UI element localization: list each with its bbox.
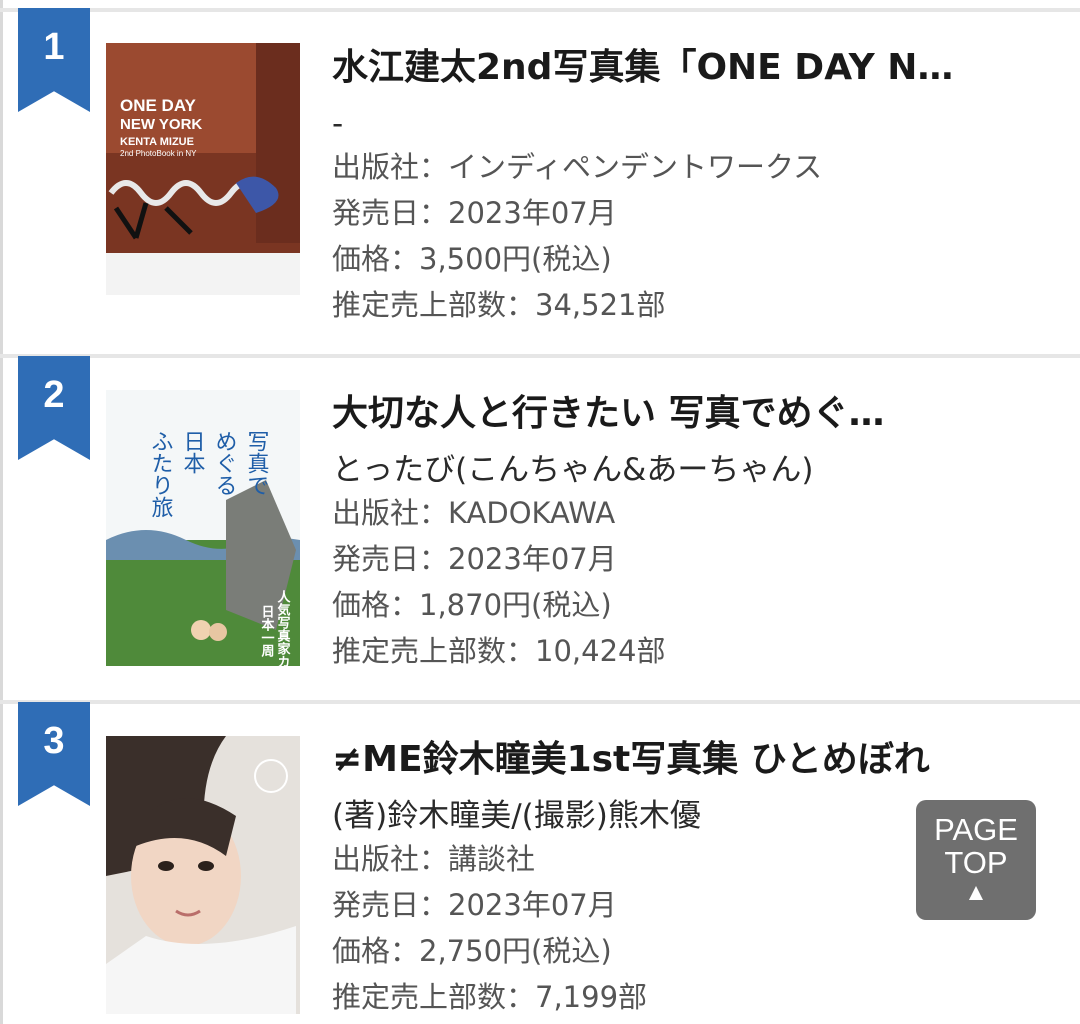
- svg-text:ONE DAY: ONE DAY: [120, 96, 197, 115]
- book-cover-image[interactable]: [106, 736, 300, 1014]
- publisher-row: 出版社：講談社: [332, 842, 536, 876]
- svg-text:写真で: 写真で: [244, 430, 269, 496]
- svg-text:2nd PhotoBook in NY: 2nd PhotoBook in NY: [120, 149, 197, 158]
- book-author: (著)鈴木瞳美/(撮影)熊木優: [332, 798, 701, 834]
- publisher-row: 出版社：KADOKAWA: [332, 496, 616, 530]
- svg-text:KENTA MIZUE: KENTA MIZUE: [120, 136, 194, 148]
- svg-text:めぐる: めぐる: [212, 430, 237, 496]
- svg-text:ふたり旅: ふたり旅: [148, 430, 174, 518]
- arrow-up-icon: ▲: [964, 879, 988, 906]
- rank-badge: 2: [18, 356, 90, 460]
- book-info: 大切な人と行きたい 写真でめぐ… とったび(こんちゃん&あーちゃん) 出版社：K…: [332, 392, 1012, 674]
- svg-text:人気写真家カップル: 人気写真家カップル: [275, 589, 291, 666]
- page-top-label-line1: PAGE: [934, 812, 1018, 847]
- rank-badge: 1: [18, 8, 90, 112]
- release-row: 発売日：2023年07月: [332, 196, 617, 230]
- book-title[interactable]: ≠ME鈴木瞳美1st写真集 ひとめぼれ: [332, 738, 992, 782]
- book-author: -: [332, 106, 344, 142]
- price-row: 価格：3,500円(税込): [332, 242, 612, 276]
- ranking-item-1[interactable]: 1 ONE DAY NEW YORK KENTA MIZUE 2nd Photo…: [0, 0, 1080, 356]
- estimate-row: 推定売上部数：7,199部: [332, 980, 648, 1014]
- release-row: 発売日：2023年07月: [332, 542, 617, 576]
- estimate-row: 推定売上部数：34,521部: [332, 288, 666, 322]
- svg-text:日本一周: 日本一周: [259, 605, 275, 658]
- book-author: とったび(こんちゃん&あーちゃん): [332, 452, 814, 488]
- book-title[interactable]: 水江建太2nd写真集「ONE DAY N…: [332, 46, 992, 90]
- page-top-button[interactable]: PAGE TOP ▲: [916, 800, 1036, 920]
- book-cover-image[interactable]: 写真で めぐる 日本 ふたり旅 人気写真家カップル 日本一周: [106, 390, 300, 666]
- publisher-row: 出版社：インディペンデントワークス: [332, 150, 823, 184]
- estimate-row: 推定売上部数：10,424部: [332, 634, 666, 668]
- release-row: 発売日：2023年07月: [332, 888, 617, 922]
- svg-text:日本: 日本: [180, 430, 206, 474]
- price-row: 価格：2,750円(税込): [332, 934, 612, 968]
- book-title[interactable]: 大切な人と行きたい 写真でめぐ…: [332, 392, 992, 436]
- rank-badge: 3: [18, 702, 90, 806]
- ranking-item-2[interactable]: 2 写真で めぐる 日本 ふたり旅 人気写真家カップル 日本一周 大切な人と行き…: [0, 356, 1080, 702]
- book-info: ≠ME鈴木瞳美1st写真集 ひとめぼれ (著)鈴木瞳美/(撮影)熊木優 出版社：…: [332, 738, 1012, 1020]
- page-top-label-line2: TOP: [944, 845, 1008, 880]
- price-row: 価格：1,870円(税込): [332, 588, 612, 622]
- svg-text:NEW YORK: NEW YORK: [120, 116, 202, 133]
- book-info: 水江建太2nd写真集「ONE DAY N… - 出版社：インディペンデントワーク…: [332, 46, 1012, 328]
- book-cover-image[interactable]: ONE DAY NEW YORK KENTA MIZUE 2nd PhotoBo…: [106, 43, 300, 295]
